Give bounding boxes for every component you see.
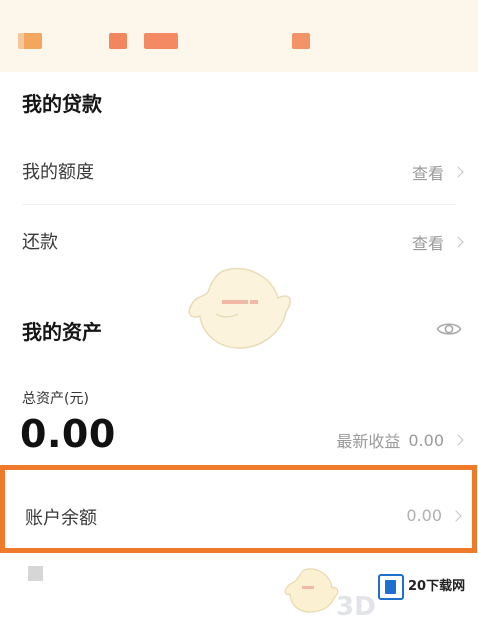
account-balance-value: 0.00 [406, 506, 442, 525]
loans-section-title: 我的贷款 [22, 92, 102, 116]
watermark-text: 3D [336, 592, 376, 618]
top-banner-strip [0, 0, 478, 72]
logo-icon [378, 574, 404, 600]
repayment-label: 还款 [22, 232, 58, 253]
assets-section-title: 我的资产 [22, 320, 102, 344]
latest-income-label: 最新收益 [336, 432, 401, 451]
banner-block [109, 33, 127, 49]
account-balance-label: 账户余额 [25, 508, 97, 529]
credit-limit-view-link[interactable]: 查看 [411, 160, 464, 184]
mascot-watermark [284, 568, 339, 613]
placeholder-icon [28, 566, 43, 581]
logo-text-group: 20下载网 [408, 580, 465, 594]
eye-icon[interactable] [436, 320, 462, 338]
banner-block [292, 33, 310, 49]
chevron-right-icon [452, 166, 464, 178]
latest-income-link[interactable]: 最新收益 0.00 [336, 428, 464, 452]
total-assets-amount: 0.00 [20, 412, 116, 456]
logo-text: 20下载网 [408, 579, 466, 594]
divider [22, 204, 456, 205]
banner-icon [18, 33, 42, 49]
credit-limit-label: 我的额度 [22, 162, 94, 183]
account-balance-value-group: 0.00 [406, 506, 462, 525]
view-label: 查看 [411, 234, 444, 253]
chevron-right-icon [450, 509, 462, 522]
chevron-right-icon [452, 236, 464, 248]
chevron-right-icon [452, 434, 464, 446]
banner-block [144, 33, 178, 49]
view-label: 查看 [411, 164, 444, 183]
latest-income-value: 0.00 [408, 430, 444, 450]
site-logo: 20下载网 [378, 572, 474, 602]
repayment-view-link[interactable]: 查看 [411, 230, 464, 254]
account-balance-row[interactable]: 账户余额 0.00 [0, 465, 477, 553]
mascot-watermark [188, 267, 291, 349]
total-assets-label: 总资产(元) [22, 391, 89, 407]
